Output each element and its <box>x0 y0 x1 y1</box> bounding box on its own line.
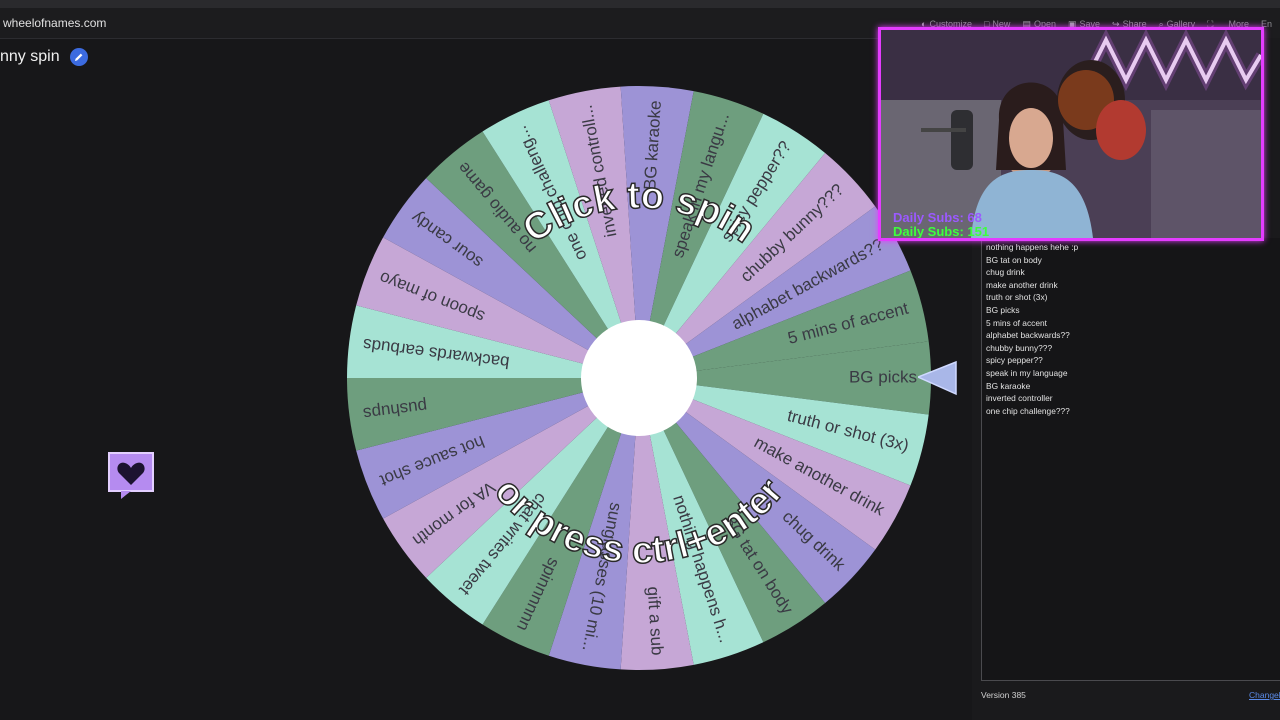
wheel-pointer-icon <box>918 360 957 396</box>
entry-line: BG karaoke <box>986 380 1031 391</box>
entry-line: truth or shot (3x) <box>986 292 1048 303</box>
daily-subs-label-1: Daily Subs: 68 <box>893 210 982 225</box>
entry-line: 5 mins of accent <box>986 317 1047 328</box>
entry-line: one chip challenge??? <box>986 405 1070 416</box>
browser-tab-strip <box>0 0 1280 8</box>
entry-line: make another drink <box>986 279 1058 290</box>
version-label: Version 385 <box>981 690 1026 700</box>
entry-line: alphabet backwards?? <box>986 330 1070 341</box>
entries-list[interactable]: nothing happens hehe :p BG tat on body chu… <box>986 241 1078 417</box>
entry-line: BG tat on body <box>986 254 1042 265</box>
entry-line: speak in my language <box>986 367 1068 378</box>
entry-line: chubby bunny??? <box>986 342 1053 353</box>
streamer-camera-feed <box>881 30 1261 238</box>
wheel-center[interactable] <box>581 320 697 436</box>
heart-badge-icon <box>108 452 154 499</box>
wheel-title-text: nny spin <box>0 48 60 65</box>
wheel-segment-label: BG picks <box>849 367 917 386</box>
entry-line: BG picks <box>986 304 1020 315</box>
entry-line: nothing happens hehe :p <box>986 242 1079 252</box>
entry-line: inverted controller <box>986 393 1053 404</box>
edit-title-button[interactable] <box>69 48 88 66</box>
url-text[interactable]: wheelofnames.com <box>3 16 106 30</box>
spin-wheel[interactable]: BG pickstruth or shot (3x)make another d… <box>345 84 933 672</box>
daily-subs-label-2: Daily Subs: 151 <box>893 224 990 239</box>
wheel-title[interactable]: nny spin <box>0 48 88 66</box>
webcam-overlay: Daily Subs: 68 Daily Subs: 151 <box>878 27 1264 241</box>
entry-line: spicy pepper?? <box>986 355 1043 366</box>
entry-line: chug drink <box>986 267 1025 278</box>
changelog-link[interactable]: Changel <box>1249 690 1280 700</box>
pencil-icon <box>74 53 82 61</box>
